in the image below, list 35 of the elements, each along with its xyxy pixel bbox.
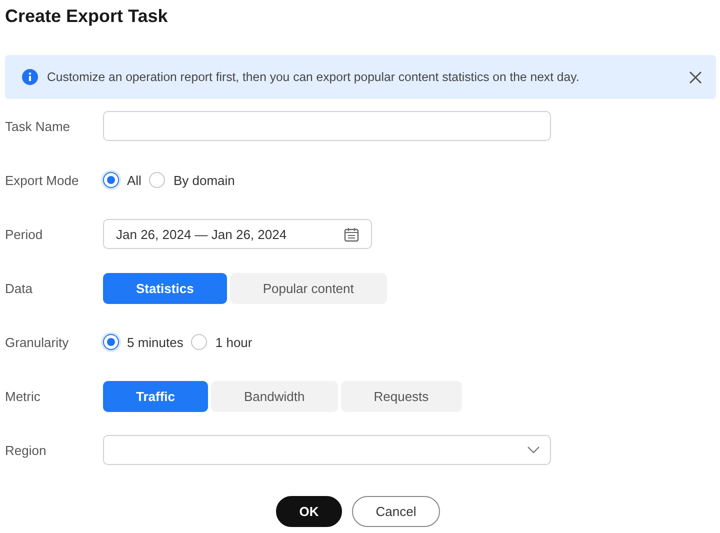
field-label: Region bbox=[5, 442, 48, 458]
close-icon[interactable] bbox=[689, 70, 702, 84]
info-icon bbox=[22, 69, 38, 85]
radio-option[interactable]: 1 hour bbox=[191, 334, 252, 350]
radio-label: 1 hour bbox=[215, 334, 252, 350]
radio-button[interactable] bbox=[149, 172, 166, 188]
segment-button[interactable]: Popular content bbox=[230, 272, 387, 304]
segment-button[interactable]: Statistics bbox=[103, 272, 227, 304]
field-label: Granularity bbox=[5, 334, 70, 350]
chevron-down-icon bbox=[527, 446, 540, 454]
radio-button[interactable] bbox=[103, 172, 119, 188]
radio-option[interactable]: 5 minutes bbox=[103, 334, 184, 350]
segment-button[interactable]: Bandwidth bbox=[211, 380, 338, 412]
field-label: Data bbox=[5, 280, 34, 296]
segment-button[interactable]: Requests bbox=[340, 380, 462, 412]
radio-button[interactable] bbox=[191, 334, 208, 350]
radio-label: All bbox=[127, 172, 142, 188]
radio-label: By domain bbox=[173, 172, 235, 188]
date-range-picker[interactable]: Jan 26, 2024 — Jan 26, 2024 bbox=[103, 219, 372, 249]
field-label: Task Name bbox=[5, 118, 72, 134]
text-input[interactable] bbox=[103, 111, 551, 141]
calendar-icon bbox=[344, 226, 359, 242]
cancel-button[interactable]: Cancel bbox=[352, 496, 440, 527]
segment-button[interactable]: Traffic bbox=[103, 380, 208, 412]
notice-text: Customize an operation report first, then you can export popular content statistics on the next day. bbox=[47, 70, 580, 84]
field-label: Export Mode bbox=[5, 172, 80, 188]
radio-button[interactable] bbox=[103, 334, 119, 350]
field-label: Period bbox=[5, 226, 44, 242]
field-label: Metric bbox=[5, 388, 42, 404]
dialog-title: Create Export Task bbox=[5, 5, 169, 28]
radio-option[interactable]: All bbox=[103, 172, 142, 188]
radio-option[interactable]: By domain bbox=[149, 172, 235, 188]
ok-button[interactable]: OK bbox=[276, 496, 342, 527]
region-select[interactable] bbox=[103, 435, 551, 465]
radio-label: 5 minutes bbox=[127, 334, 184, 350]
